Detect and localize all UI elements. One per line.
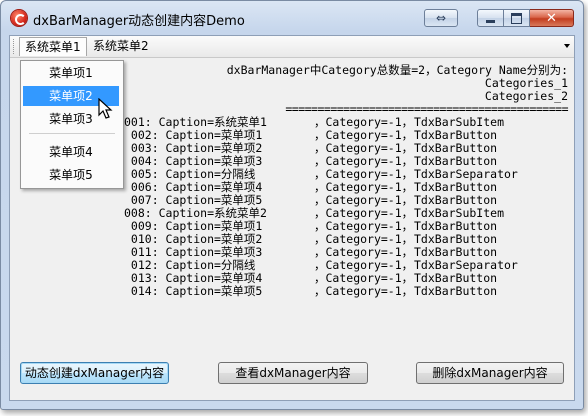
- close-icon: ✕: [546, 10, 557, 26]
- maximize-button[interactable]: [504, 9, 530, 27]
- mouse-cursor-icon: [98, 98, 113, 119]
- output-row-class: TdxBarButton: [414, 284, 498, 298]
- window-title: dxBarManager动态创建内容Demo: [33, 14, 245, 29]
- title-bar[interactable]: dxBarManager动态创建内容Demo ⇔ ✕: [1, 1, 583, 35]
- output-row-category: ，Category=-1，: [314, 284, 414, 298]
- delete-dxmanager-content-button[interactable]: 删除dxManager内容: [416, 362, 564, 384]
- swap-arrows-icon: ⇔: [435, 11, 447, 25]
- menubar-grip-handle[interactable]: [13, 39, 17, 54]
- menu-bar: 系统菜单1 系统菜单2: [10, 36, 574, 58]
- dropdown-item-4[interactable]: 菜单项4: [23, 142, 119, 162]
- menu-system-2[interactable]: 系统菜单2: [88, 38, 154, 55]
- minimize-icon: [486, 19, 495, 23]
- view-dxmanager-content-button[interactable]: 查看dxManager内容: [218, 362, 368, 384]
- minimize-button[interactable]: [477, 9, 504, 27]
- app-icon[interactable]: [11, 10, 27, 26]
- app-window: dxBarManager动态创建内容Demo ⇔ ✕ 系统菜单1 系统菜单2 菜…: [0, 0, 584, 410]
- system-menu-1-dropdown: 菜单项1 菜单项2 菜单项3 菜单项4 菜单项5: [20, 60, 124, 189]
- maximize-icon: [511, 12, 522, 24]
- close-button[interactable]: ✕: [530, 9, 574, 27]
- create-dxmanager-content-button[interactable]: 动态创建dxManager内容: [20, 362, 169, 384]
- client-area: 系统菜单1 系统菜单2 菜单项1 菜单项2 菜单项3 菜单项4 菜单项5 dxB…: [9, 35, 575, 401]
- output-row-caption: 014: Caption=菜单项5: [124, 284, 263, 298]
- dropdown-separator: [29, 133, 115, 134]
- swap-window-button[interactable]: ⇔: [424, 9, 458, 27]
- menu-system-1[interactable]: 系统菜单1: [19, 37, 87, 56]
- dropdown-item-1[interactable]: 菜单项1: [23, 63, 119, 83]
- menubar-customize-arrow-icon[interactable]: [564, 44, 570, 48]
- dropdown-item-5[interactable]: 菜单项5: [23, 165, 119, 185]
